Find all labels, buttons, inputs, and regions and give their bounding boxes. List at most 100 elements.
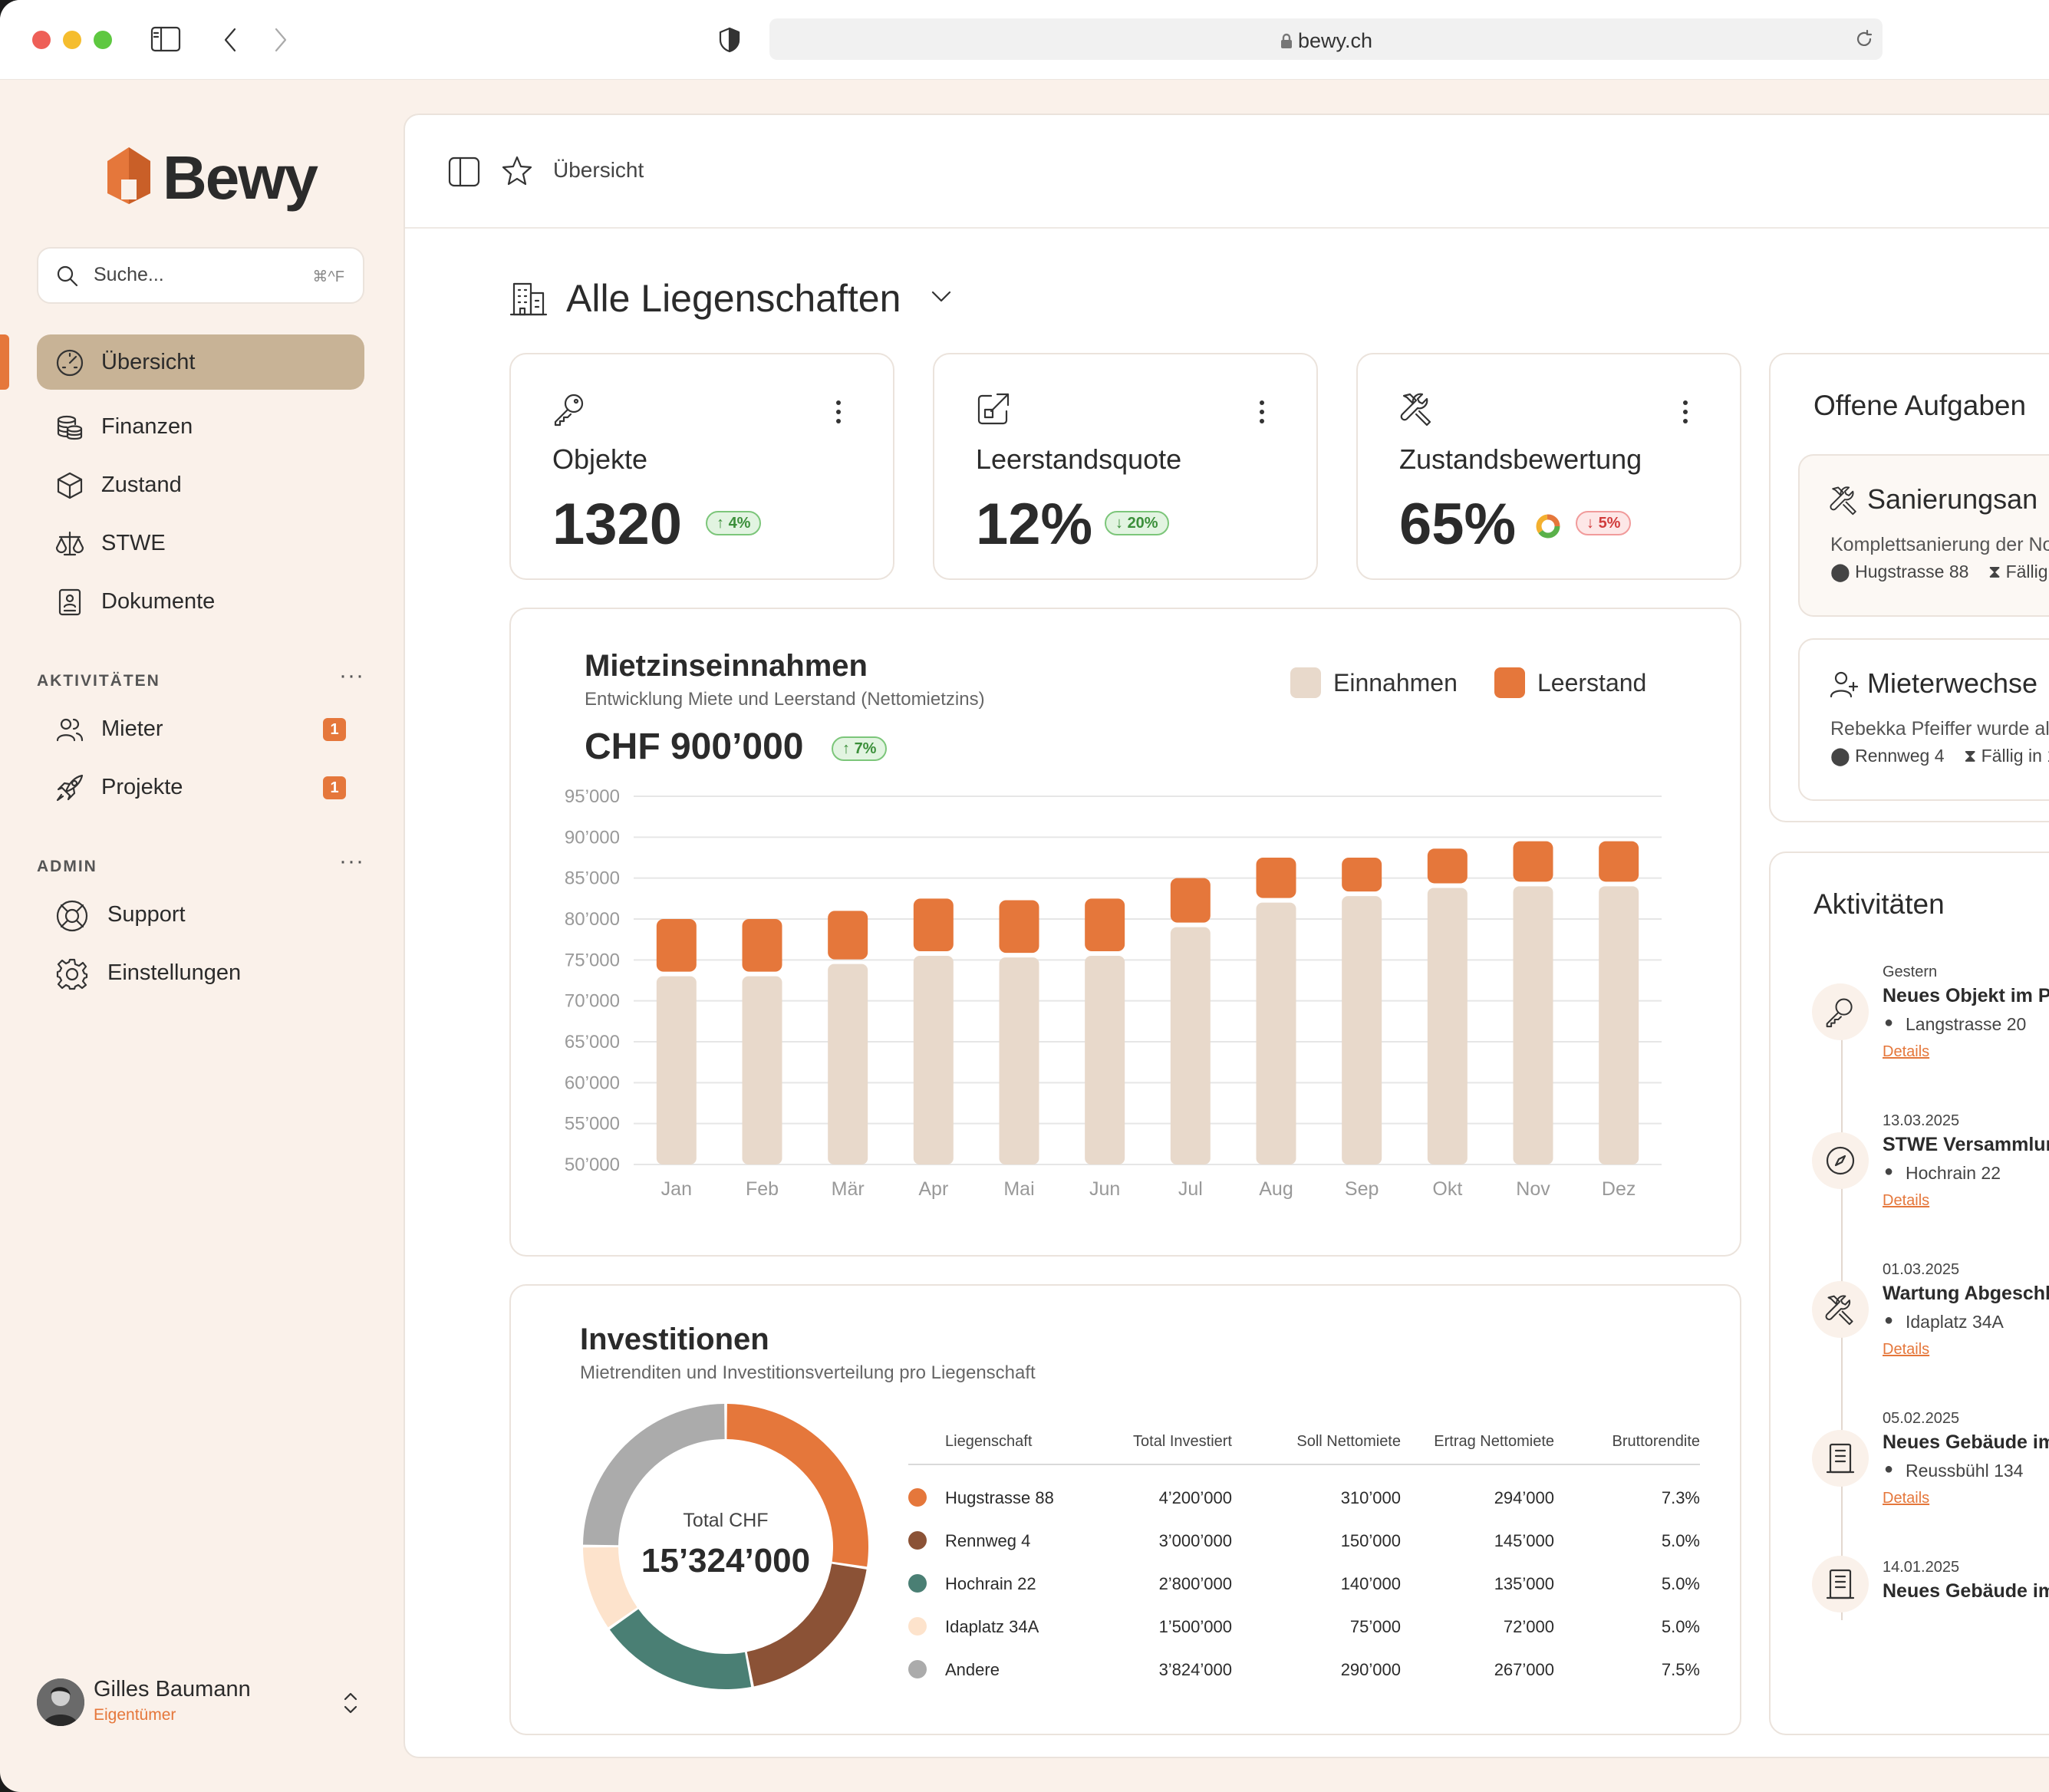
address-bar[interactable]: bewy.ch — [769, 18, 1883, 60]
activity-title: STWE Versammlun — [1883, 1134, 2049, 1155]
star-icon[interactable] — [500, 155, 534, 187]
task-card[interactable]: Sanierungsan Komplettsanierung der No ⬤ … — [1798, 454, 2049, 617]
notification-badge: 1 — [323, 718, 346, 741]
forward-icon[interactable] — [272, 26, 290, 54]
chevron-updown-icon[interactable] — [342, 1691, 359, 1715]
y-tick-label: 70’000 — [565, 991, 620, 1012]
sidebar-toggle-icon[interactable] — [150, 26, 181, 54]
lifebuoy-icon — [56, 900, 88, 932]
activity-title: Neues Gebäude im — [1883, 1580, 2049, 1602]
activity-location: Reussbühl 134 — [1906, 1461, 2024, 1481]
kpi-change-badge: ↓ 20% — [1105, 511, 1169, 535]
activity-title: Neues Gebäude im — [1883, 1431, 2049, 1453]
table-row[interactable]: Hugstrasse 88 4’200’000 310’000 294’000 … — [908, 1476, 1700, 1519]
table-row[interactable]: Idaplatz 34A 1’500’000 75’000 72’000 5.0… — [908, 1605, 1700, 1648]
table-row[interactable]: Rennweg 4 3’000’000 150’000 145’000 5.0% — [908, 1519, 1700, 1562]
buildings-icon — [509, 282, 548, 316]
shield-icon[interactable] — [718, 26, 741, 54]
bar-leerstand — [1256, 858, 1296, 898]
nav-item-documents[interactable]: Dokumente — [37, 574, 364, 629]
nav-item-finances[interactable]: Finanzen — [37, 399, 364, 454]
minimize-window-button[interactable] — [63, 31, 81, 49]
close-window-button[interactable] — [32, 31, 51, 49]
bar-leerstand — [913, 898, 954, 951]
table-header: Total Investiert — [1133, 1433, 1232, 1450]
donut-slice[interactable] — [746, 1563, 867, 1687]
nav-item-condition[interactable]: Zustand — [37, 457, 364, 512]
kpi-label: Zustandsbewertung — [1399, 443, 1642, 475]
activity-details-link[interactable]: Details — [1883, 1192, 1929, 1210]
more-vertical-icon[interactable] — [836, 400, 841, 428]
row-rendite: 5.0% — [1661, 1617, 1700, 1636]
tasks-title: Offene Aufgaben — [1813, 390, 2027, 421]
page-title[interactable]: Alle Liegenschaften — [566, 276, 901, 321]
bar-leerstand — [1513, 841, 1553, 882]
nav-item-overview[interactable]: Übersicht — [37, 334, 364, 390]
nav-item-tenants[interactable]: Mieter 1 — [37, 701, 364, 756]
row-soll: 150’000 — [1340, 1531, 1401, 1550]
avatar[interactable] — [37, 1678, 84, 1726]
activity-date: 01.03.2025 — [1883, 1261, 1960, 1278]
nav-item-settings[interactable]: Einstellungen — [37, 945, 364, 1000]
search-input[interactable]: Suche... ⌘^F — [37, 247, 364, 304]
activity-details-link[interactable]: Details — [1883, 1043, 1929, 1061]
nav-item-support[interactable]: Support — [37, 887, 364, 942]
back-icon[interactable] — [221, 26, 239, 54]
more-vertical-icon[interactable] — [1683, 400, 1688, 428]
row-rendite: 5.0% — [1661, 1574, 1700, 1593]
more-icon[interactable]: ··· — [339, 663, 364, 689]
rent-bar-chart: 95’000 90’000 85’000 80’000 75’000 70’000 65’0… — [565, 786, 1662, 1200]
chevron-down-icon[interactable] — [930, 288, 953, 305]
maximize-window-button[interactable] — [94, 31, 112, 49]
kpi-card-condition[interactable]: Zustandsbewertung 65% ↓ 5% — [1356, 353, 1741, 580]
more-vertical-icon[interactable] — [1260, 400, 1264, 428]
x-tick-label: Mär — [832, 1178, 865, 1200]
row-soll: 310’000 — [1340, 1488, 1401, 1507]
avatar-photo — [37, 1678, 84, 1726]
table-row[interactable]: Hochrain 22 2’800’000 140’000 135’000 5.… — [908, 1562, 1700, 1605]
row-invested: 1’500’000 — [1158, 1617, 1232, 1636]
task-card[interactable]: Mieterwechse Rebekka Pfeiffer wurde al ⬤… — [1798, 638, 2049, 801]
kpi-change-value: 20% — [1127, 515, 1158, 532]
more-icon[interactable]: ··· — [339, 848, 364, 875]
series-color-dot — [908, 1488, 927, 1507]
gear-icon — [56, 958, 88, 990]
rent-total: CHF 900’000 — [585, 726, 804, 767]
x-tick-label: Jun — [1089, 1178, 1120, 1200]
activity-date: 13.03.2025 — [1883, 1112, 1960, 1129]
table-divider — [908, 1464, 1700, 1465]
table-row[interactable]: Andere 3’824’000 290’000 267’000 7.5% — [908, 1648, 1700, 1691]
panel-toggle-icon[interactable] — [448, 156, 480, 187]
map-pin-icon: ● — [1884, 1312, 1894, 1329]
nav-item-stwe[interactable]: STWE — [37, 516, 364, 571]
nav-label: Übersicht — [101, 350, 196, 374]
compass-icon — [1826, 1146, 1855, 1175]
task-title: Sanierungsan — [1867, 483, 2038, 515]
reload-icon[interactable] — [1854, 29, 1874, 49]
kpi-card-objects[interactable]: Objekte 1320 ↑ 4% — [509, 353, 894, 580]
chart-subtitle: Entwicklung Miete und Leerstand (Nettomi… — [585, 689, 985, 710]
kpi-card-vacancy[interactable]: Leerstandsquote 12% ↓ 20% — [933, 353, 1318, 580]
task-due: Fällig in 1 — [1981, 746, 2049, 766]
nav-item-projects[interactable]: Projekte 1 — [37, 759, 364, 815]
nav-label: Support — [107, 902, 186, 927]
rocket-icon — [56, 774, 84, 802]
row-ertrag: 145’000 — [1494, 1531, 1554, 1550]
rent-chart-card: Mietzinseinnahmen Entwicklung Miete und … — [509, 608, 1741, 1257]
kpi-change-badge: ↑ 4% — [706, 511, 762, 535]
kpi-change-value: 4% — [728, 515, 751, 532]
kpi-change-badge: ↓ 5% — [1576, 511, 1632, 535]
activity-details-link[interactable]: Details — [1883, 1490, 1929, 1507]
users-icon — [56, 718, 84, 742]
kpi-value: 12% — [976, 492, 1093, 557]
series-color-dot — [908, 1617, 927, 1636]
scale-icon — [55, 531, 84, 556]
donut-slice[interactable] — [609, 1609, 752, 1689]
rent-change-value: 7% — [854, 740, 877, 757]
active-nav-indicator — [0, 334, 9, 390]
activity-details-link[interactable]: Details — [1883, 1341, 1929, 1359]
investments-card: Investitionen Mietrenditen und Investiti… — [509, 1284, 1741, 1735]
bar-einnahmen — [1256, 902, 1296, 1164]
investments-title: Investitionen — [580, 1323, 769, 1356]
row-soll: 140’000 — [1340, 1574, 1401, 1593]
